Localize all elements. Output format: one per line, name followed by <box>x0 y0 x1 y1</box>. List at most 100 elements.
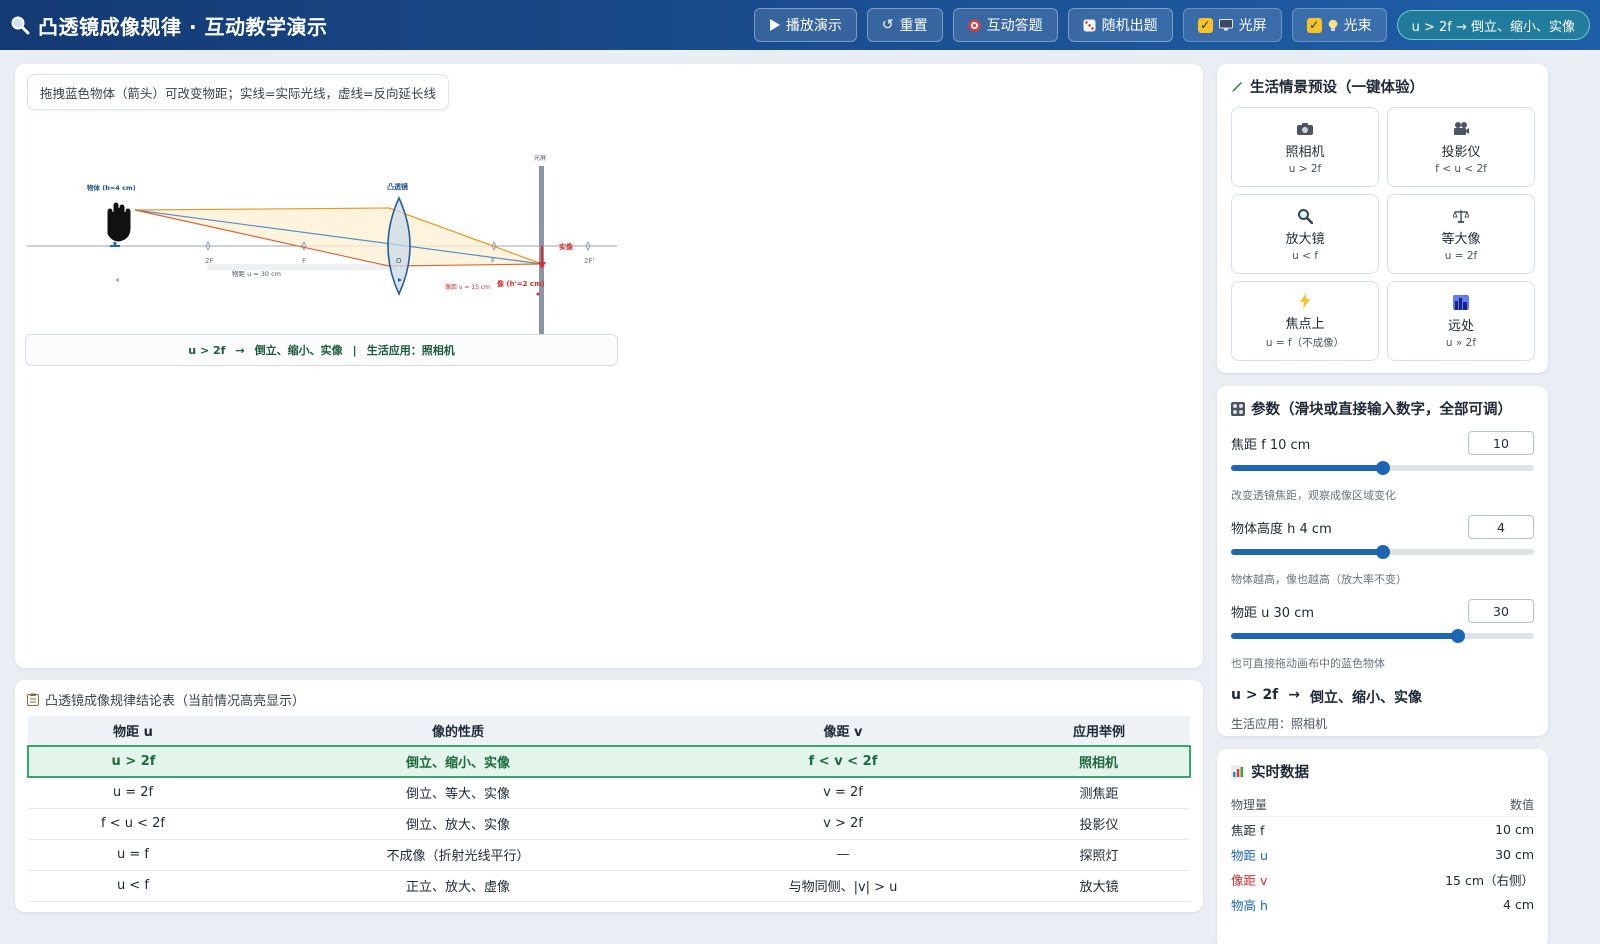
table-title-text: 凸透镜成像规律结论表（当前情况高亮显示） <box>45 694 306 709</box>
screen-label: 光屏 <box>534 154 546 162</box>
banner-arrow: → <box>235 343 245 357</box>
banner-separator: | <box>352 343 357 357</box>
table-cell: f < v < 2f <box>678 745 1008 778</box>
data-value-cell: 15 cm（右侧） <box>1445 873 1534 888</box>
object-height-label: 物体高度 h 4 cm <box>1231 521 1332 537</box>
preset-name: 远处 <box>1447 318 1474 334</box>
presets-title-text: 生活情景预设（一键体验） <box>1250 80 1424 96</box>
preset-condition: u = 2f <box>1444 249 1478 262</box>
table-cell: 倒立、等大、实像 <box>238 777 678 809</box>
lens-center-label: O <box>396 257 402 265</box>
object-height-slider[interactable] <box>1231 545 1534 559</box>
preset-condition: f < u < 2f <box>1435 162 1487 175</box>
label-2f-right: 2F' <box>584 257 594 265</box>
reset-button[interactable]: ↺ 重置 <box>866 8 943 42</box>
data-value-cell: 10 cm <box>1495 822 1534 837</box>
table-row: u < f 正立、放大、虚像 与物同侧、|v| > u 放大镜 <box>28 870 1190 902</box>
object-distance-input[interactable] <box>1468 599 1534 623</box>
random-button[interactable]: 随机出题 <box>1067 8 1173 42</box>
table-cell: 与物同侧、|v| > u <box>678 870 1008 902</box>
beam-toggle[interactable]: ✓ 光束 <box>1291 8 1387 42</box>
data-title-text: 实时数据 <box>1251 765 1309 781</box>
image-distance-label: 像距 v = 15 cm <box>445 283 490 291</box>
data-row: 像距 v 15 cm（右侧） <box>1231 867 1534 892</box>
table-header: 像的性质 <box>238 716 678 746</box>
table-cell: u = 2f <box>28 777 238 809</box>
preset-condition: u > 2f <box>1288 162 1322 175</box>
data-name-cell: 像距 v <box>1231 873 1268 888</box>
lens-label: 凸透镜 <box>387 182 408 191</box>
table-cell: f < u < 2f <box>28 808 238 840</box>
play-button[interactable]: 播放演示 <box>753 8 857 42</box>
table-row: f < u < 2f 倒立、放大、实像 v > 2f 投影仪 <box>28 808 1190 840</box>
params-application: 生活应用：照相机 <box>1231 717 1328 731</box>
table-cell: 正立、放大、虚像 <box>238 870 678 902</box>
focal-length-slider[interactable] <box>1231 461 1534 475</box>
table-header-row: 物距 u 像的性质 像距 v 应用举例 <box>28 716 1190 746</box>
object-label: 物体 (h=4 cm) <box>87 183 136 192</box>
screen-toggle[interactable]: ✓ 光屏 <box>1182 8 1282 42</box>
data-value-cell: 4 cm <box>1503 897 1534 912</box>
slider-thumb[interactable] <box>1375 545 1390 559</box>
table-cell: u = f <box>28 839 238 871</box>
status-badge: u > 2f → 倒立、缩小、实像 <box>1396 10 1590 40</box>
table-cell: 测焦距 <box>1008 777 1190 809</box>
monitor-icon <box>1218 19 1233 31</box>
data-name-cell: 物高 h <box>1231 898 1268 913</box>
clipboard-icon <box>27 693 39 706</box>
table-header: 应用举例 <box>1008 716 1190 746</box>
balance-icon <box>1453 207 1469 225</box>
data-value-cell: 30 cm <box>1495 847 1534 862</box>
cityscape-icon <box>1453 294 1469 312</box>
object-height-input[interactable] <box>1468 515 1534 539</box>
preset-condition: u = f（不成像） <box>1265 337 1345 349</box>
table-cell: 投影仪 <box>1008 808 1190 840</box>
data-name-cell: 物距 u <box>1231 848 1268 863</box>
slider-thumb[interactable] <box>1375 461 1390 475</box>
camera-icon <box>1296 120 1314 138</box>
beam-checkbox[interactable]: ✓ <box>1306 17 1322 33</box>
preset-focal-point[interactable]: 焦点上 u = f（不成像） <box>1231 281 1379 361</box>
play-icon <box>769 19 780 31</box>
data-name-cell: 焦距 f <box>1231 823 1265 838</box>
table-cell: v > 2f <box>678 808 1008 840</box>
preset-name: 照相机 <box>1285 144 1325 160</box>
object-distance-note: 也可直接拖动画布中的蓝色物体 <box>1231 657 1385 670</box>
preset-camera[interactable]: 照相机 u > 2f <box>1231 107 1379 187</box>
image-height-label: 像 (h'=2 cm) <box>496 279 545 288</box>
table-cell: 探照灯 <box>1008 839 1190 871</box>
banner-app: 生活应用：照相机 <box>366 344 455 357</box>
banner-rule: u > 2f <box>188 343 226 357</box>
target-icon <box>968 19 981 31</box>
preset-name: 放大镜 <box>1285 231 1325 247</box>
params-title-text: 参数（滑块或直接输入数字，全部可调） <box>1251 402 1512 418</box>
preset-far-away[interactable]: 远处 u » 2f <box>1387 281 1535 361</box>
table-header: 物距 u <box>28 716 238 746</box>
canvas-panel: 拖拽蓝色物体（箭头）可改变物距；实线=实际光线，虚线=反向延长线 2F F F … <box>15 64 1203 668</box>
preset-condition: u < f <box>1292 249 1318 262</box>
focal-length-input[interactable] <box>1468 431 1534 455</box>
params-panel: 参数（滑块或直接输入数字，全部可调） 焦距 f 10 cm 改变透镜焦距，观察成… <box>1217 386 1548 736</box>
preset-magnifier[interactable]: 放大镜 u < f <box>1231 194 1379 274</box>
app-header: 凸透镜成像规律 · 互动教学演示 播放演示 ↺ 重置 互动答题 随机出题 ✓ 光… <box>0 0 1600 50</box>
reset-button-label: 重置 <box>899 18 928 34</box>
banner-result: 倒立、缩小、实像 <box>254 344 343 357</box>
table-row: u = f 不成像（折射光线平行） — 探照灯 <box>28 839 1190 871</box>
object-distance-label: 物距 u 30 cm <box>1231 605 1315 621</box>
controls-icon <box>1231 401 1245 416</box>
data-header-row: 物理量 数值 <box>1231 792 1534 817</box>
preset-equal-size[interactable]: 等大像 u = 2f <box>1387 194 1535 274</box>
quiz-button[interactable]: 互动答题 <box>952 8 1058 42</box>
table-cell: 倒立、放大、实像 <box>238 808 678 840</box>
focal-length-note: 改变透镜焦距，观察成像区域变化 <box>1231 489 1396 502</box>
reset-icon: ↺ <box>881 17 894 33</box>
table-cell: 倒立、缩小、实像 <box>238 745 678 778</box>
presets-title: 生活情景预设（一键体验） <box>1231 76 1534 97</box>
bar-chart-icon <box>1231 764 1245 779</box>
object-distance-slider[interactable] <box>1231 629 1534 643</box>
slider-thumb[interactable] <box>1451 629 1466 643</box>
focal-length-label: 焦距 f 10 cm <box>1231 437 1311 453</box>
magnifier-icon <box>1297 207 1313 225</box>
preset-projector[interactable]: 投影仪 f < u < 2f <box>1387 107 1535 187</box>
screen-checkbox[interactable]: ✓ <box>1197 17 1213 33</box>
